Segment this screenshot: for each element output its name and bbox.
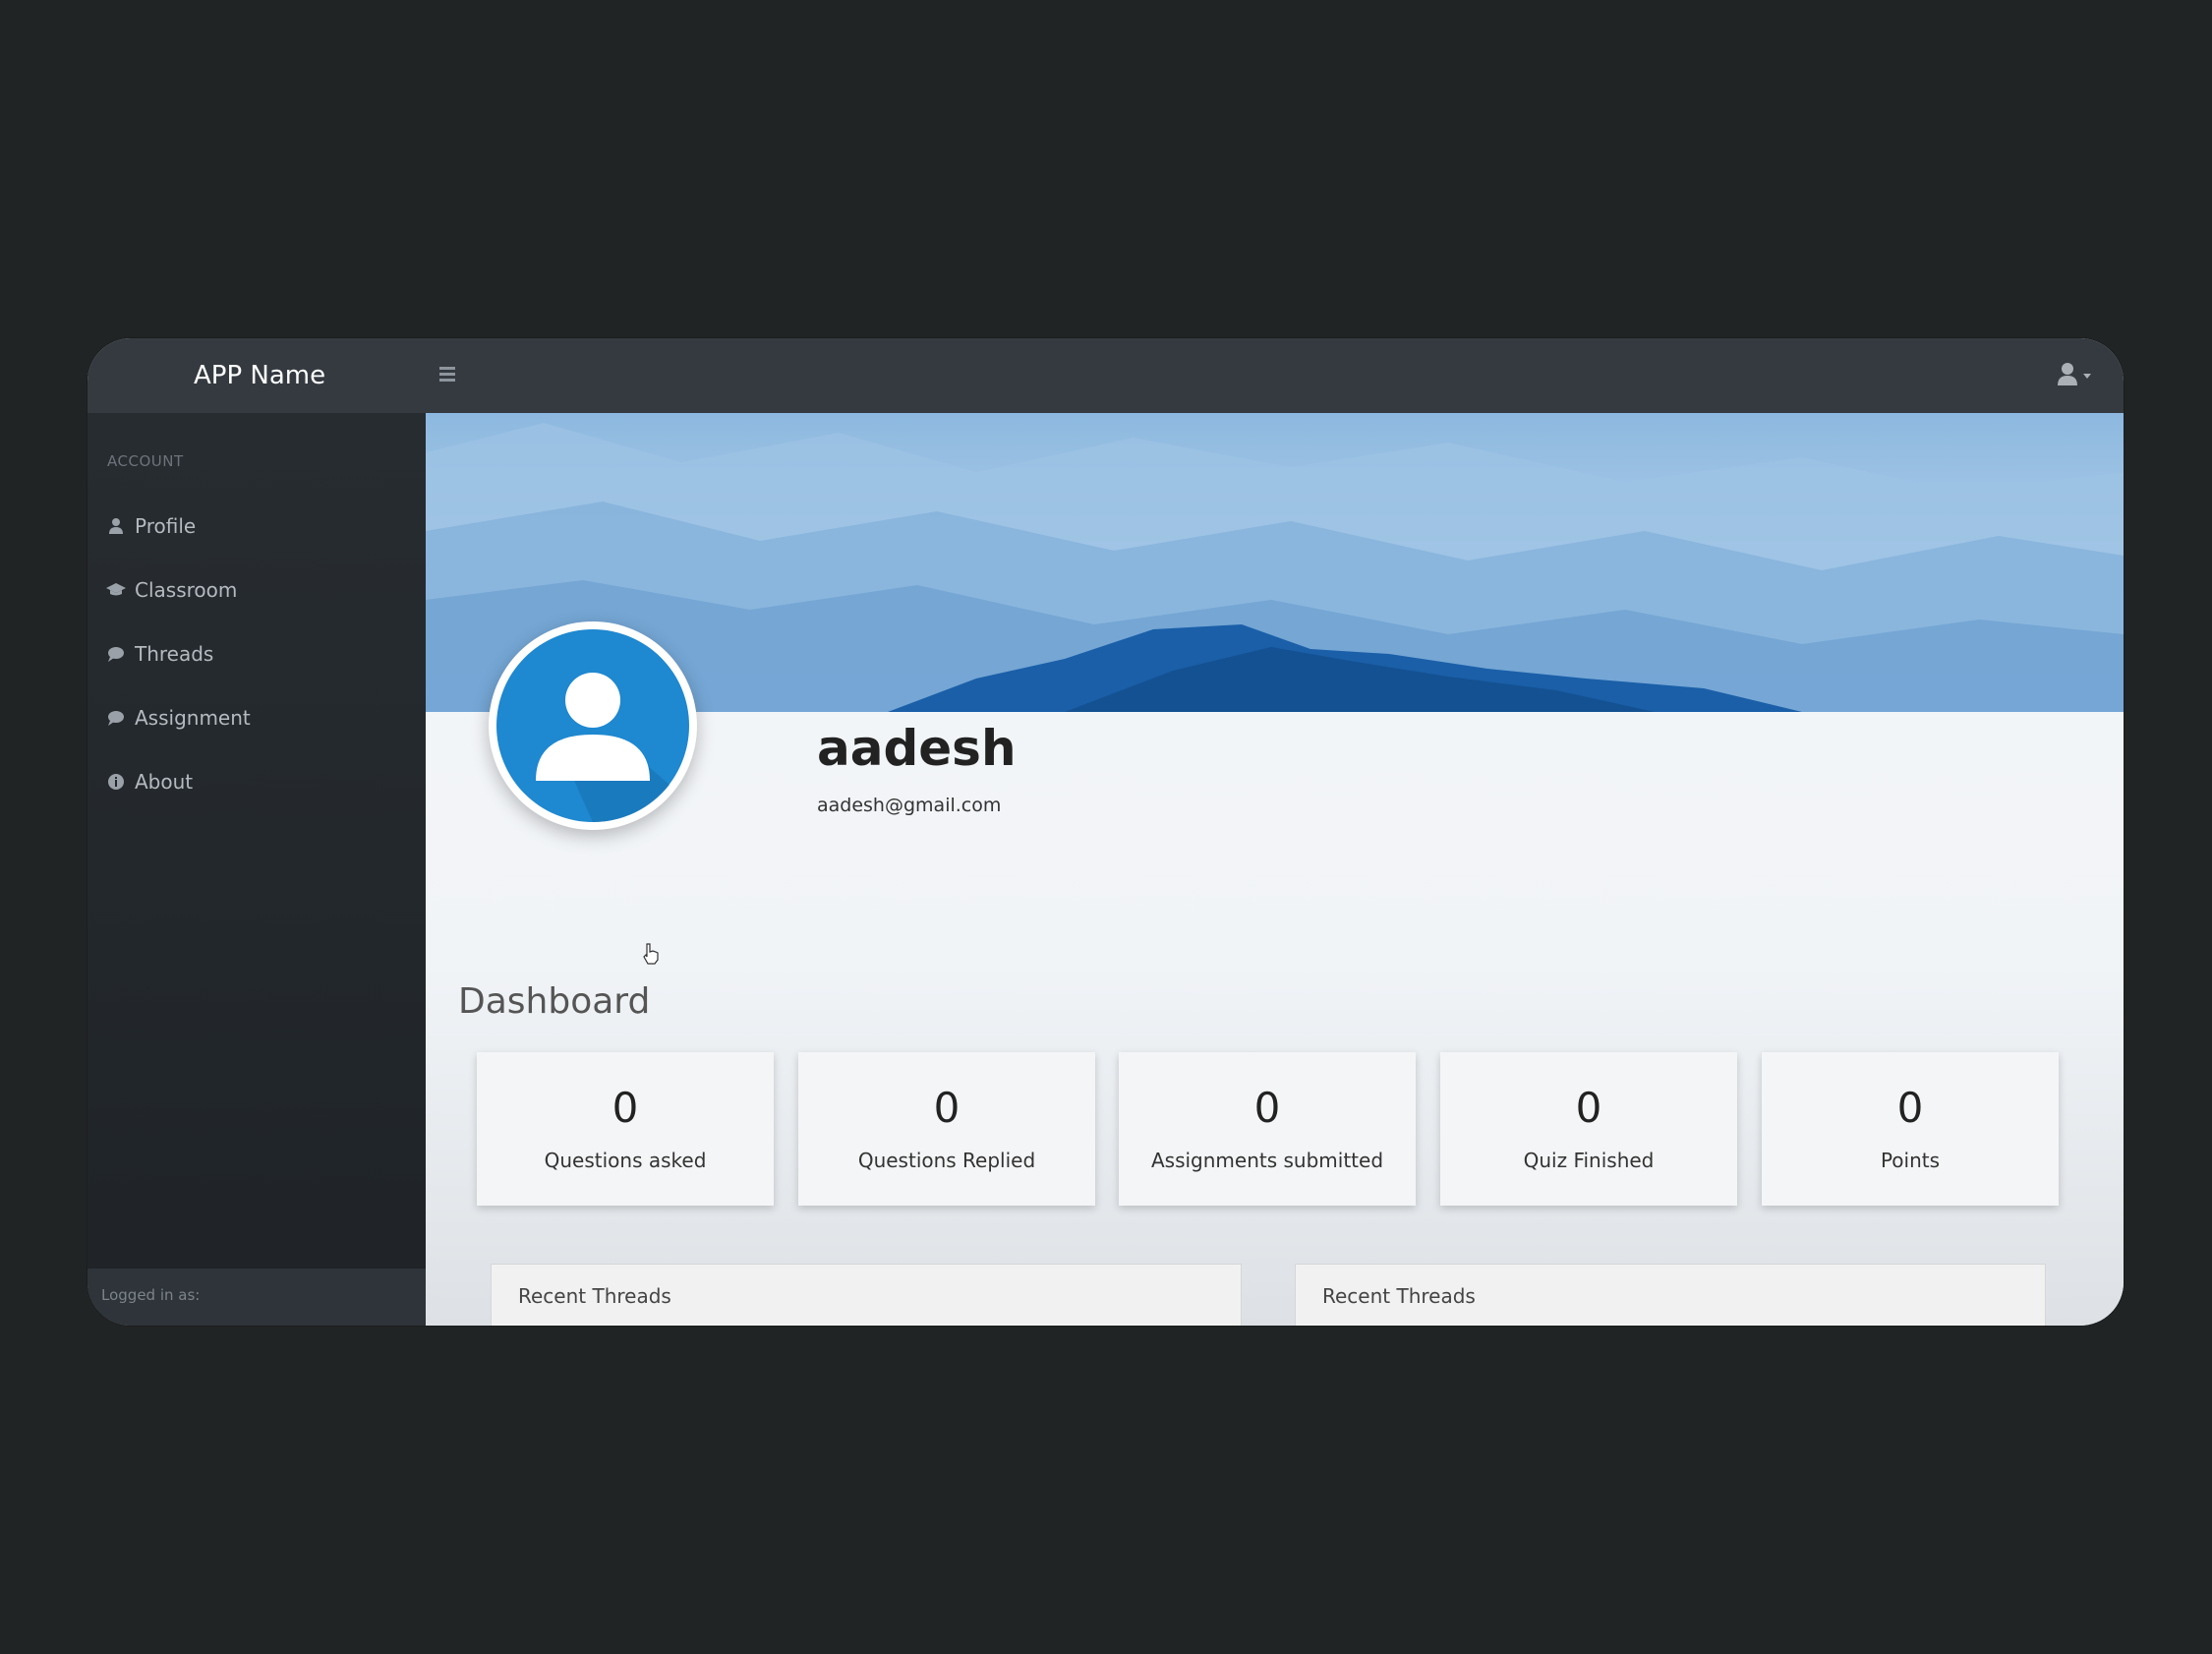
stat-value: 0 [1575, 1084, 1602, 1132]
user-icon [2058, 363, 2091, 385]
sidebar-item-classroom[interactable]: Classroom [105, 570, 410, 610]
stat-label: Quiz Finished [1523, 1149, 1655, 1172]
sidebar: ACCOUNT Profile Classroom Threads Assign… [87, 413, 426, 1326]
sidebar-item-label: About [135, 770, 194, 794]
recent-threads-panel: Recent Threads [1295, 1264, 2046, 1326]
app-window: APP Name ACCOUNT Profile Classroom Threa… [87, 338, 2124, 1326]
main-content: aadesh aadesh@gmail.com Dashboard 0 Ques… [426, 413, 2124, 1326]
sidebar-item-label: Classroom [135, 578, 238, 602]
stat-label: Points [1880, 1149, 1941, 1172]
sidebar-item-label: Assignment [135, 706, 251, 730]
comment-icon [105, 707, 127, 729]
user-dropdown-button[interactable] [2051, 358, 2098, 393]
graduation-cap-icon [105, 579, 127, 601]
sidebar-item-about[interactable]: About [105, 762, 410, 801]
stat-card-questions-replied: 0 Questions Replied [798, 1052, 1095, 1206]
avatar[interactable] [489, 621, 697, 830]
sidebar-item-profile[interactable]: Profile [105, 506, 410, 546]
sidebar-footer: Logged in as: [87, 1269, 426, 1326]
stat-value: 0 [1253, 1084, 1281, 1132]
panel-header: Recent Threads [1296, 1265, 2045, 1326]
sidebar-item-label: Profile [135, 514, 197, 538]
stat-value: 0 [933, 1084, 960, 1132]
logged-in-label: Logged in as: [101, 1286, 201, 1304]
sidebar-item-assignment[interactable]: Assignment [105, 698, 410, 738]
stat-value: 0 [611, 1084, 639, 1132]
user-avatar-icon [496, 629, 689, 823]
profile-name: aadesh [817, 720, 1017, 777]
profile-email: aadesh@gmail.com [817, 795, 1002, 816]
stat-label: Assignments submitted [1150, 1149, 1384, 1172]
sidebar-item-threads[interactable]: Threads [105, 634, 410, 674]
recent-threads-panel: Recent Threads [491, 1264, 1242, 1326]
info-icon [105, 771, 127, 793]
app-title[interactable]: APP Name [194, 356, 325, 395]
stat-card-questions-asked: 0 Questions asked [477, 1052, 774, 1206]
stat-value: 0 [1896, 1084, 1924, 1132]
menu-toggle-icon[interactable] [437, 360, 460, 391]
panel-title: Recent Threads [518, 1284, 671, 1308]
panel-title: Recent Threads [1322, 1284, 1476, 1308]
stat-card-quiz-finished: 0 Quiz Finished [1440, 1052, 1737, 1206]
stat-label: Questions Replied [857, 1149, 1036, 1172]
stat-card-assignments-submitted: 0 Assignments submitted [1119, 1052, 1416, 1206]
stat-label: Questions asked [544, 1149, 707, 1172]
comment-icon [105, 643, 127, 665]
user-icon [105, 515, 127, 537]
sidebar-heading: ACCOUNT [107, 452, 184, 470]
sidebar-item-label: Threads [135, 642, 214, 666]
hand-cursor-icon [643, 943, 659, 965]
top-navbar: APP Name [87, 338, 2124, 413]
panel-header: Recent Threads [492, 1265, 1241, 1326]
stat-card-points: 0 Points [1762, 1052, 2059, 1206]
page-title: Dashboard [458, 981, 651, 1022]
